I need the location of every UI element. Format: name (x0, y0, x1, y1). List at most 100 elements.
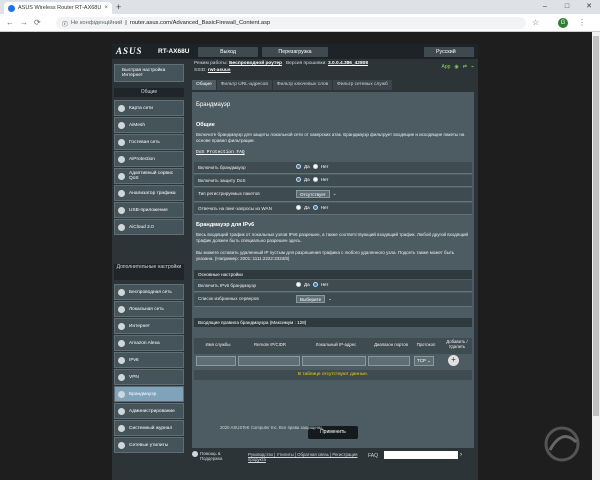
sidebar-item-quick-setup[interactable]: Быстрая настройка Интернет (114, 64, 184, 82)
sidebar-item[interactable]: IPv6 (114, 352, 184, 368)
globe-icon (8, 4, 15, 12)
basic-config-header: Основные настройки (194, 270, 472, 279)
ping-no-radio[interactable] (312, 205, 318, 210)
sidebar-item[interactable]: AiCloud 2.0 (114, 219, 184, 235)
sidebar-item[interactable]: AiProtection (114, 151, 184, 167)
menu-icon (118, 155, 125, 163)
url-text: router.asus.com/Advanced_BasicFirewall_C… (129, 20, 271, 26)
row-label: Список избранных серверов (198, 296, 259, 301)
local-ip-input[interactable] (302, 356, 366, 366)
inbound-rules-header: Входящие правила брандмауэра (Максимум :… (194, 318, 472, 327)
sidebar-item[interactable]: Системный журнал (114, 420, 184, 436)
close-window-button[interactable]: ✕ (578, 0, 600, 14)
firewall-no-radio[interactable] (312, 164, 318, 169)
sidebar-item[interactable]: Анализатор трафика (114, 185, 184, 201)
dos-no-radio[interactable] (312, 177, 318, 182)
sidebar-item[interactable]: Карта сети (114, 100, 184, 116)
sidebar-item-label: Быстрая настройка Интернет (122, 68, 166, 78)
add-rule-button[interactable]: + (448, 355, 459, 366)
footer-links[interactable]: Руководство | Утилиты | Обратная связь |… (248, 452, 358, 462)
help-icon (192, 451, 198, 457)
page-title: Брандмауэр (196, 102, 231, 108)
ipv6-no-radio[interactable] (312, 282, 318, 287)
app-label[interactable]: App (442, 64, 451, 70)
general-description: Включите брандмауэр для защиты локальной… (196, 132, 465, 143)
row-label: Тип регистрируемых пакетов (198, 191, 260, 196)
address-bar[interactable]: ⓘ Не конфіденційний | router.asus.com/Ad… (56, 17, 526, 29)
sidebar-item-label: Сетевые утилиты (129, 442, 169, 448)
sidebar-item[interactable]: Сетевые утилиты (114, 437, 184, 453)
port-range-input[interactable] (368, 356, 410, 366)
dos-faq-link[interactable]: DoS Protection FAQ (196, 150, 245, 155)
server-list-select[interactable]: Выберите (296, 295, 326, 303)
sidebar-item[interactable]: Гостевая сеть (114, 134, 184, 150)
browser-tab[interactable]: ASUS Wireless Router RT-AX68U × (4, 2, 112, 14)
sidebar-item[interactable]: Amazon Alexa (114, 335, 184, 351)
sidebar-item[interactable]: Локальная сеть (114, 301, 184, 317)
maximize-button[interactable]: □ (556, 0, 578, 14)
sidebar-item[interactable]: VPN (114, 369, 184, 385)
tab-keyword-filter[interactable]: Фильтр ключевых слов (272, 80, 333, 90)
reload-icon[interactable]: ⟳ (34, 17, 41, 29)
log-type-select[interactable]: Отсутствует (296, 190, 330, 198)
col-service-name: Имя службы (205, 342, 231, 347)
sidebar-item-label: USB-приложение (129, 207, 168, 213)
back-arrow-icon[interactable]: ← (6, 17, 14, 29)
tab-service-filter[interactable]: Фильтр сетевых служб (333, 80, 392, 90)
faq-label: FAQ (368, 453, 379, 459)
wifi-status-icon[interactable]: ◉ (454, 64, 458, 70)
new-tab-button[interactable]: + (116, 2, 121, 12)
ssid-label: SSID: (194, 68, 207, 73)
forward-arrow-icon[interactable]: → (20, 17, 28, 29)
page-scrollbar[interactable] (592, 32, 600, 480)
dos-yes-radio[interactable] (296, 177, 301, 182)
language-select[interactable]: Русский (424, 47, 474, 57)
bookmark-star-icon[interactable]: ☆ (532, 17, 539, 29)
col-add-delete: Добавить / Удалить (446, 339, 468, 349)
mode-link[interactable]: Беспроводной роутер (229, 61, 282, 66)
kebab-menu-icon[interactable]: ⋮ (578, 17, 586, 29)
sidebar-section-advanced: Дополнительные настройки (114, 264, 184, 280)
row-label: Отвечать на пинг-запросы из WAN (198, 206, 272, 211)
sidebar-item[interactable]: Беспроводная сеть (114, 284, 184, 300)
profile-avatar[interactable]: G (558, 18, 568, 28)
tab-url-filter[interactable]: Фильтр URL-адресов (216, 80, 272, 90)
protocol-select[interactable]: TCP ⌄ (414, 356, 434, 366)
sidebar-item[interactable]: Адаптивный сервис QoS (114, 168, 184, 184)
firmware-link[interactable]: 3.0.0.4.386_42808 (328, 61, 368, 66)
sidebar-item[interactable]: USB-приложение (114, 202, 184, 218)
protocol-value: TCP (417, 358, 426, 363)
faq-search-input[interactable] (384, 451, 458, 459)
site-watermark-logo (544, 426, 580, 462)
menu-icon (118, 356, 125, 364)
network-status-icon[interactable]: ⇄ (463, 64, 467, 70)
log-packets-row: Тип регистрируемых пакетов Отсутствует ⌄ (194, 188, 472, 202)
firewall-yes-radio[interactable] (296, 164, 301, 169)
tab-general[interactable]: Общие (192, 80, 216, 90)
sidebar-section-general: Общие (114, 88, 184, 97)
yes-label: Да (304, 164, 310, 169)
logout-button[interactable]: Выход (198, 47, 258, 57)
ipv6-yes-radio[interactable] (296, 282, 301, 287)
no-label: Нет (320, 205, 329, 210)
ipv6-heading: Брандмауэр для IPv6 (196, 222, 255, 228)
favorite-servers-row: Список избранных серверов Выберите ⌄ (194, 293, 472, 307)
sidebar-item[interactable]: Брандмауэр (114, 386, 184, 402)
browser-tab-strip: ASUS Wireless Router RT-AX68U × + – □ ✕ (0, 0, 600, 14)
sidebar-item-label: AiCloud 2.0 (129, 224, 154, 230)
sidebar-item[interactable]: Интернет (114, 318, 184, 334)
scrollbar-thumb[interactable] (593, 36, 599, 416)
help-support-link[interactable]: Помощь & Поддержка (200, 451, 240, 461)
usb-status-icon[interactable]: ⌁ (471, 64, 474, 70)
content-panel: Брандмауэр Общие Включите брандмауэр для… (192, 92, 474, 448)
dos-enable-row: Включить защиту DoS Да Нет (194, 175, 472, 187)
sidebar-item[interactable]: Администрирование (114, 403, 184, 419)
sidebar-item[interactable]: AiMesh (114, 117, 184, 133)
faq-search-button[interactable]: › (460, 452, 462, 458)
minimize-button[interactable]: – (534, 0, 556, 14)
reboot-button[interactable]: Перезагрузка (262, 47, 328, 57)
ping-yes-radio[interactable] (296, 205, 301, 210)
close-tab-icon[interactable]: × (104, 5, 108, 11)
remote-ip-input[interactable] (238, 356, 300, 366)
service-name-input[interactable] (196, 356, 236, 366)
